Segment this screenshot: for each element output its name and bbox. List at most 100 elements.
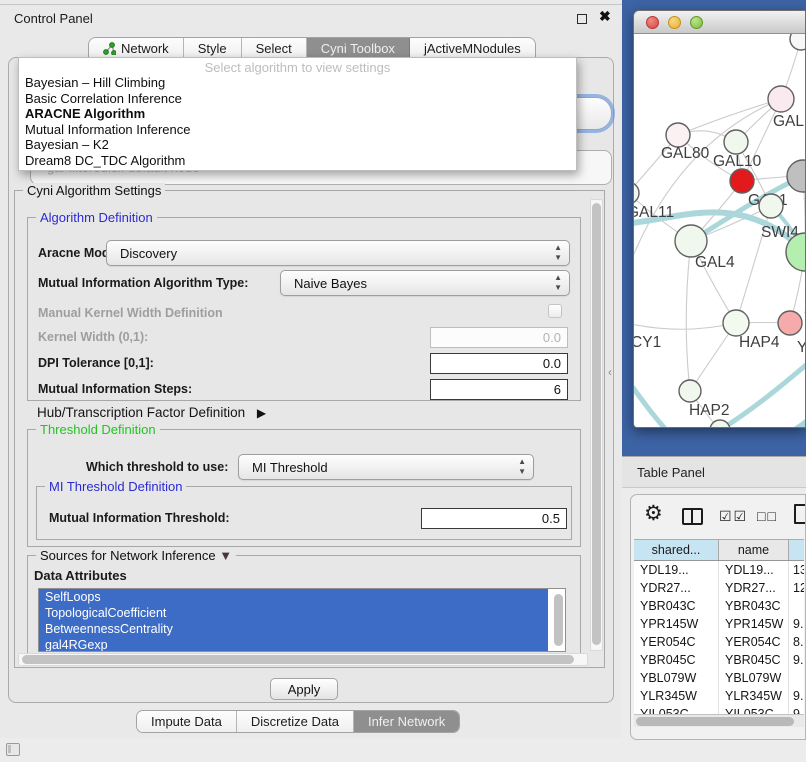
node-label: GAL11 <box>634 204 674 221</box>
deselect-all-checkboxes-icon[interactable]: □□ <box>757 508 778 524</box>
node-table: shared... name YDL19...YDL19...13YDR27..… <box>634 539 804 723</box>
column-header-shared-name[interactable]: shared... <box>634 540 719 560</box>
data-attribute-item[interactable]: TopologicalCoefficient <box>39 605 548 621</box>
table-cell: YPR145W <box>634 615 719 633</box>
hub-definition-expander[interactable]: Hub/Transcription Factor Definition ▶ <box>37 405 266 420</box>
tab-infer-network[interactable]: Infer Network <box>354 711 459 732</box>
manual-kernel-label: Manual Kernel Width Definition <box>38 306 223 320</box>
algorithm-option[interactable]: Mutual Information Inference <box>19 122 576 138</box>
cyni-bottom-tabs: Impute Data Discretize Data Infer Networ… <box>136 710 460 733</box>
tab-discretize-data[interactable]: Discretize Data <box>237 711 354 732</box>
algorithm-option[interactable]: Bayesian – K2 <box>19 137 576 153</box>
document-icon[interactable] <box>794 504 806 524</box>
panel-splitter-arrow[interactable]: ‹ <box>608 365 612 379</box>
data-attribute-item[interactable]: gal4RGexp <box>39 637 548 652</box>
column-header-name[interactable]: name <box>719 540 789 560</box>
network-node[interactable] <box>679 380 701 402</box>
gear-icon[interactable]: ⚙ <box>644 501 663 526</box>
aracne-mode-combo[interactable]: Discovery ▲▼ <box>106 240 570 266</box>
expand-arrow-icon: ▶ <box>257 406 266 420</box>
node-label: GAL <box>773 113 804 130</box>
table-horizontal-scrollbar[interactable] <box>634 714 804 727</box>
network-node[interactable] <box>723 310 749 336</box>
table-row[interactable]: YLR345WYLR345W9. <box>634 687 804 705</box>
table-row[interactable]: YPR145WYPR145W9. <box>634 615 804 633</box>
tab-impute-data[interactable]: Impute Data <box>137 711 237 732</box>
float-window-icon[interactable] <box>577 14 587 24</box>
which-threshold-combo[interactable]: MI Threshold ▲▼ <box>238 454 534 480</box>
minimize-traffic-light[interactable] <box>668 16 681 29</box>
scrollbar-thumb[interactable] <box>22 655 574 664</box>
node-label: GCY1 <box>634 334 661 351</box>
node-label: GAL10 <box>713 153 762 170</box>
tab-select[interactable]: Select <box>242 38 307 59</box>
table-row[interactable]: YBR045CYBR045C9. <box>634 651 804 669</box>
table-row[interactable]: YBL079WYBL079W <box>634 669 804 687</box>
mi-type-combo[interactable]: Naive Bayes ▲▼ <box>280 270 570 296</box>
apply-button[interactable]: Apply <box>270 678 338 700</box>
tab-cyni-toolbox[interactable]: Cyni Toolbox <box>307 38 410 59</box>
tab-label: Discretize Data <box>251 714 339 729</box>
table-cell: YDR27... <box>719 579 789 597</box>
network-icon <box>103 42 116 55</box>
tab-network[interactable]: Network <box>89 38 184 59</box>
group-title: Threshold Definition <box>36 422 160 437</box>
network-node[interactable] <box>675 225 707 257</box>
scrollbar-thumb[interactable] <box>592 203 601 645</box>
algorithm-option[interactable]: ARACNE Algorithm <box>19 106 576 122</box>
table-row[interactable]: YDL19...YDL19...13 <box>634 561 804 579</box>
network-node[interactable] <box>724 130 748 154</box>
mi-steps-input[interactable] <box>430 379 568 400</box>
tab-style[interactable]: Style <box>184 38 242 59</box>
stepper-icon: ▲▼ <box>518 457 526 477</box>
network-node[interactable] <box>759 194 783 218</box>
algorithm-option[interactable]: Dream8 DC_TDC Algorithm <box>19 153 576 169</box>
table-cell: YDR27... <box>634 579 719 597</box>
collapse-arrow-icon[interactable]: ▼ <box>219 548 232 563</box>
network-node[interactable] <box>768 86 794 112</box>
network-graph[interactable]: GALGAL80GAL10GAL1GAL11SWI4GAL4GCY1HAP4YH… <box>634 34 806 428</box>
zoom-traffic-light[interactable] <box>690 16 703 29</box>
network-node[interactable] <box>730 169 754 193</box>
algorithm-option[interactable]: Basic Correlation Inference <box>19 91 576 107</box>
table-cell: 12 <box>789 579 804 597</box>
settings-horizontal-scrollbar[interactable] <box>18 653 588 666</box>
table-row[interactable]: YBR043CYBR043C <box>634 597 804 615</box>
table-cell: 13 <box>789 561 804 579</box>
node-label: GAL80 <box>661 145 710 162</box>
tab-jactivemnodules[interactable]: jActiveMNodules <box>410 38 535 59</box>
mi-threshold-label: Mutual Information Threshold: <box>49 511 230 525</box>
close-icon[interactable]: ✖ <box>599 8 611 25</box>
network-node[interactable] <box>778 311 802 335</box>
split-columns-icon[interactable] <box>682 508 703 525</box>
select-all-checkboxes-icon[interactable]: ☑☑ <box>719 508 748 525</box>
scrollbar-thumb[interactable] <box>636 717 794 726</box>
table-cell: YBR043C <box>719 597 789 615</box>
data-attributes-label: Data Attributes <box>34 568 127 583</box>
settings-vertical-scrollbar[interactable] <box>590 199 603 651</box>
algorithm-dropdown-popup: Select algorithm to view settings Bayesi… <box>18 57 577 171</box>
minimized-panel-icon[interactable] <box>6 743 20 756</box>
network-view-window[interactable]: GALGAL80GAL10GAL1GAL11SWI4GAL4GCY1HAP4YH… <box>633 10 806 428</box>
window-titlebar[interactable] <box>634 11 805 34</box>
sources-group: Sources for Network Inference ▼ Data Att… <box>27 555 581 653</box>
network-node[interactable] <box>634 182 639 204</box>
table-row[interactable]: YER054CYER054C8. <box>634 633 804 651</box>
table-row[interactable]: YDR27...YDR27...12 <box>634 579 804 597</box>
dpi-tolerance-input[interactable] <box>430 353 568 374</box>
manual-kernel-checkbox[interactable] <box>548 304 562 318</box>
column-header-partial[interactable] <box>789 540 804 560</box>
close-traffic-light[interactable] <box>646 16 659 29</box>
mi-type-label: Mutual Information Algorithm Type: <box>38 276 248 290</box>
algorithm-option[interactable]: Bayesian – Hill Climbing <box>19 75 576 91</box>
list-scrollbar-thumb[interactable] <box>554 594 563 646</box>
data-attribute-item[interactable]: SelfLoops <box>39 589 548 605</box>
mi-threshold-input[interactable] <box>421 508 567 529</box>
mi-type-value: Naive Bayes <box>294 276 367 291</box>
aracne-mode-value: Discovery <box>120 246 177 261</box>
network-node[interactable] <box>787 160 806 192</box>
network-node[interactable] <box>666 123 690 147</box>
kernel-width-input[interactable] <box>430 327 568 348</box>
network-node[interactable] <box>790 34 806 50</box>
data-attribute-item[interactable]: BetweennessCentrality <box>39 621 548 637</box>
